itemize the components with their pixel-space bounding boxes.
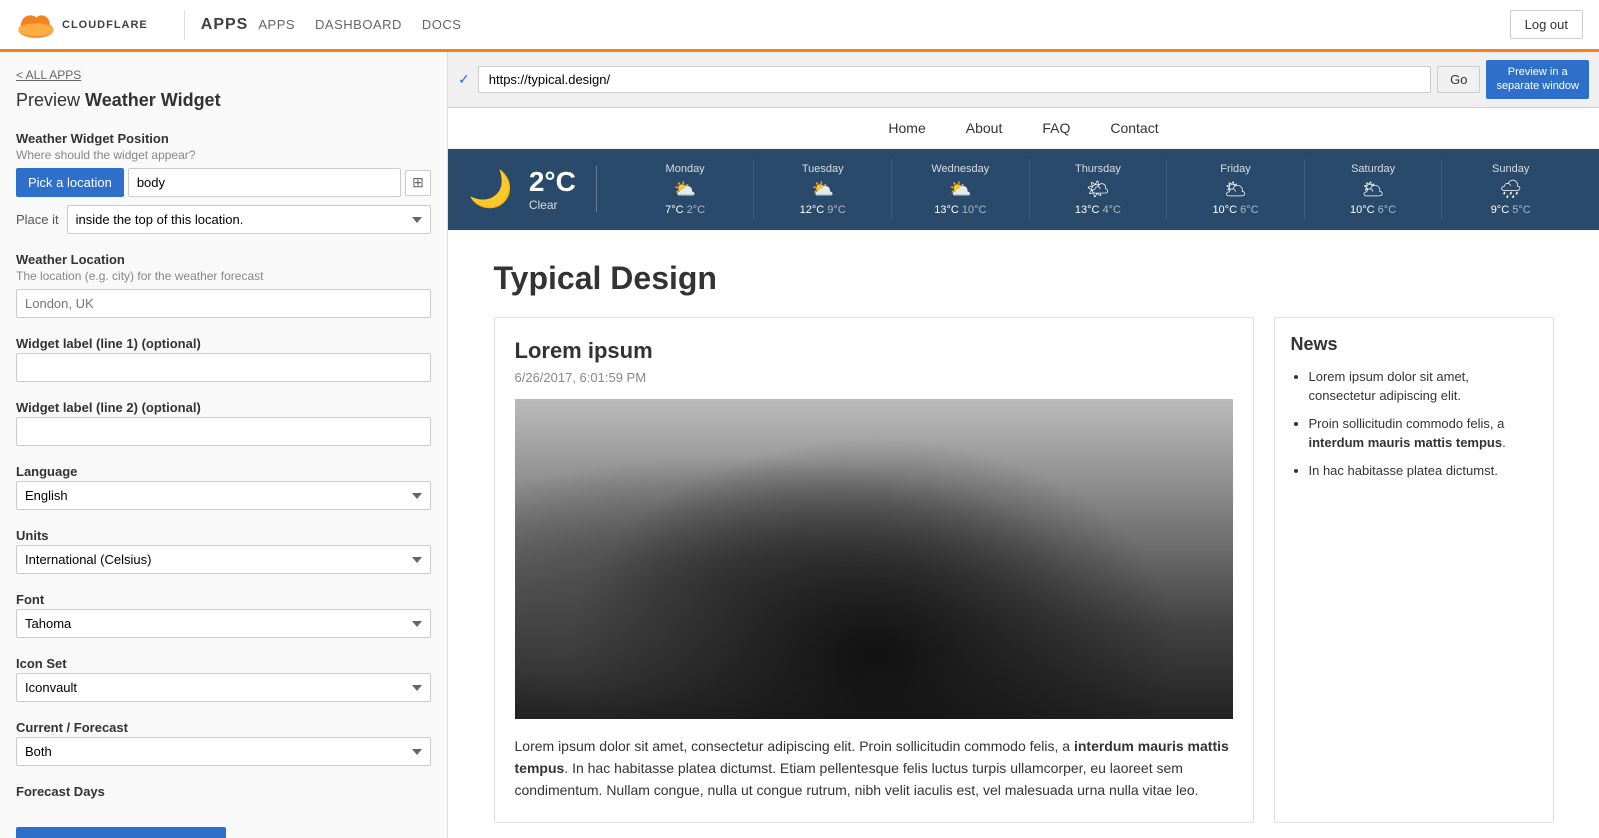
widget-position-section: Weather Widget Position Where should the… [16, 131, 431, 234]
units-label: Units [16, 528, 431, 543]
news-item-2: Proin sollicitudin commodo felis, a inte… [1309, 414, 1537, 453]
widget-label1-section: Widget label (line 1) (optional) [16, 336, 431, 382]
forecast-days-section: Forecast Days [16, 784, 431, 799]
site-nav-faq[interactable]: FAQ [1042, 120, 1070, 136]
forecast-monday: Monday ⛅ 7°C 2°C [617, 159, 755, 220]
weather-location-input[interactable] [16, 289, 431, 318]
article-body-start: Lorem ipsum dolor sit amet, consectetur … [515, 738, 1074, 754]
site-nav-about[interactable]: About [966, 120, 1003, 136]
place-it-select[interactable]: inside the top of this location. inside … [67, 205, 431, 234]
widget-label2-label: Widget label (line 2) (optional) [16, 400, 431, 415]
article-image-inner [515, 399, 1233, 719]
article-title: Lorem ipsum [515, 338, 1233, 364]
forecast-days-label: Forecast Days [16, 784, 431, 799]
content-main: Lorem ipsum 6/26/2017, 6:01:59 PM Lorem … [494, 317, 1254, 823]
forecast-friday: Friday 🌥 10°C 6°C [1167, 159, 1305, 220]
units-select[interactable]: International (Celsius) US (Fahrenheit) [16, 545, 431, 574]
current-forecast-section: Current / Forecast Both Current only For… [16, 720, 431, 766]
current-forecast-select[interactable]: Both Current only Forecast only [16, 737, 431, 766]
forecast-thursday: Thursday 🌤 13°C 4°C [1030, 159, 1168, 220]
main-layout: < ALL APPS Preview Weather Widget Weathe… [0, 52, 1599, 838]
weather-location-sublabel: The location (e.g. city) for the weather… [16, 269, 431, 283]
brand-name: CLOUDFLARE [62, 19, 148, 31]
font-section: Font Tahoma Arial Verdana Georgia [16, 592, 431, 638]
preview-separate-button[interactable]: Preview in aseparate window [1486, 60, 1589, 99]
icon-set-label: Icon Set [16, 656, 431, 671]
forecast-tuesday: Tuesday ⛅ 12°C 9°C [754, 159, 892, 220]
weather-location-section: Weather Location The location (e.g. city… [16, 252, 431, 318]
weather-current-desc: Clear [529, 198, 576, 212]
news-item-3: In hac habitasse platea dictumst. [1309, 461, 1537, 481]
site-preview: Home About FAQ Contact 🌙 2°C Clear Monda… [448, 108, 1599, 838]
article-body: Lorem ipsum dolor sit amet, consectetur … [515, 735, 1233, 802]
weather-current-icon: 🌙 [468, 168, 513, 210]
nav-link-docs[interactable]: DOCS [422, 17, 462, 32]
icon-set-select[interactable]: Iconvault Default Flat [16, 673, 431, 702]
go-button[interactable]: Go [1437, 66, 1480, 93]
forecast-saturday: Saturday 🌥 10°C 6°C [1305, 159, 1443, 220]
location-row: Pick a location ⊞ [16, 168, 431, 197]
checkmark-icon: ✓ [458, 71, 470, 88]
cloudflare-cloud-icon [16, 12, 56, 38]
site-nav-contact[interactable]: Contact [1110, 120, 1158, 136]
weather-widget: 🌙 2°C Clear Monday ⛅ 7°C 2°C Tuesday ⛅ [448, 149, 1599, 230]
article-body-end: . In hac habitasse platea dictumst. Etia… [515, 760, 1199, 798]
language-section: Language English French German Spanish [16, 464, 431, 510]
weather-current: 🌙 2°C Clear [468, 166, 597, 212]
logo-area: CLOUDFLARE [16, 12, 148, 38]
language-label: Language [16, 464, 431, 479]
content-layout: Lorem ipsum 6/26/2017, 6:01:59 PM Lorem … [494, 317, 1554, 823]
settings-sidebar: < ALL APPS Preview Weather Widget Weathe… [0, 52, 448, 838]
preview-pane: ✓ Go Preview in aseparate window Home Ab… [448, 52, 1599, 838]
news-item-1: Lorem ipsum dolor sit amet, consectetur … [1309, 367, 1537, 406]
site-content: Typical Design Lorem ipsum 6/26/2017, 6:… [474, 230, 1574, 838]
language-select[interactable]: English French German Spanish [16, 481, 431, 510]
pick-location-button[interactable]: Pick a location [16, 168, 124, 197]
content-news-sidebar: News Lorem ipsum dolor sit amet, consect… [1274, 317, 1554, 823]
widget-position-label: Weather Widget Position [16, 131, 431, 146]
article-date: 6/26/2017, 6:01:59 PM [515, 370, 1233, 385]
nav-link-dashboard[interactable]: DASHBOARD [315, 17, 402, 32]
forecast-sunday: Sunday 🌧 9°C 5°C [1442, 159, 1579, 220]
weather-current-temp: 2°C [529, 166, 576, 198]
site-nav-home[interactable]: Home [888, 120, 925, 136]
preview-toolbar: ✓ Go Preview in aseparate window [448, 52, 1599, 108]
place-it-row: Place it inside the top of this location… [16, 205, 431, 234]
grid-icon[interactable]: ⊞ [405, 170, 431, 196]
widget-label1-input[interactable] [16, 353, 431, 382]
nav-divider [184, 10, 185, 40]
current-forecast-label: Current / Forecast [16, 720, 431, 735]
page-title: Preview Weather Widget [16, 90, 431, 111]
logout-button[interactable]: Log out [1510, 10, 1583, 39]
widget-label1-label: Widget label (line 1) (optional) [16, 336, 431, 351]
weather-current-info: 2°C Clear [529, 166, 576, 212]
font-label: Font [16, 592, 431, 607]
widget-position-sublabel: Where should the widget appear? [16, 148, 431, 162]
cloudflare-logo: CLOUDFLARE [16, 12, 148, 38]
place-it-label: Place it [16, 212, 59, 227]
weather-location-label: Weather Location [16, 252, 431, 267]
weather-forecast: Monday ⛅ 7°C 2°C Tuesday ⛅ 12°C 9°C Wedn… [617, 159, 1579, 220]
top-nav: CLOUDFLARE APPS APPS DASHBOARD DOCS Log … [0, 0, 1599, 52]
article-image [515, 399, 1233, 719]
location-text-input[interactable] [128, 168, 401, 197]
finish-install-button[interactable]: Finish installing onto your site › [16, 827, 226, 838]
nav-links: APPS DASHBOARD DOCS [258, 17, 461, 32]
font-select[interactable]: Tahoma Arial Verdana Georgia [16, 609, 431, 638]
widget-label2-section: Widget label (line 2) (optional) [16, 400, 431, 446]
site-nav: Home About FAQ Contact [448, 108, 1599, 149]
icon-set-section: Icon Set Iconvault Default Flat [16, 656, 431, 702]
news-list: Lorem ipsum dolor sit amet, consectetur … [1291, 367, 1537, 481]
news-title: News [1291, 334, 1537, 355]
nav-link-apps[interactable]: APPS [258, 17, 295, 32]
widget-label2-input[interactable] [16, 417, 431, 446]
app-section-title: APPS [201, 16, 249, 34]
units-section: Units International (Celsius) US (Fahren… [16, 528, 431, 574]
site-page-title: Typical Design [494, 260, 1554, 297]
forecast-wednesday: Wednesday ⛅ 13°C 10°C [892, 159, 1030, 220]
url-bar[interactable] [478, 66, 1431, 93]
back-link[interactable]: < ALL APPS [16, 68, 431, 82]
